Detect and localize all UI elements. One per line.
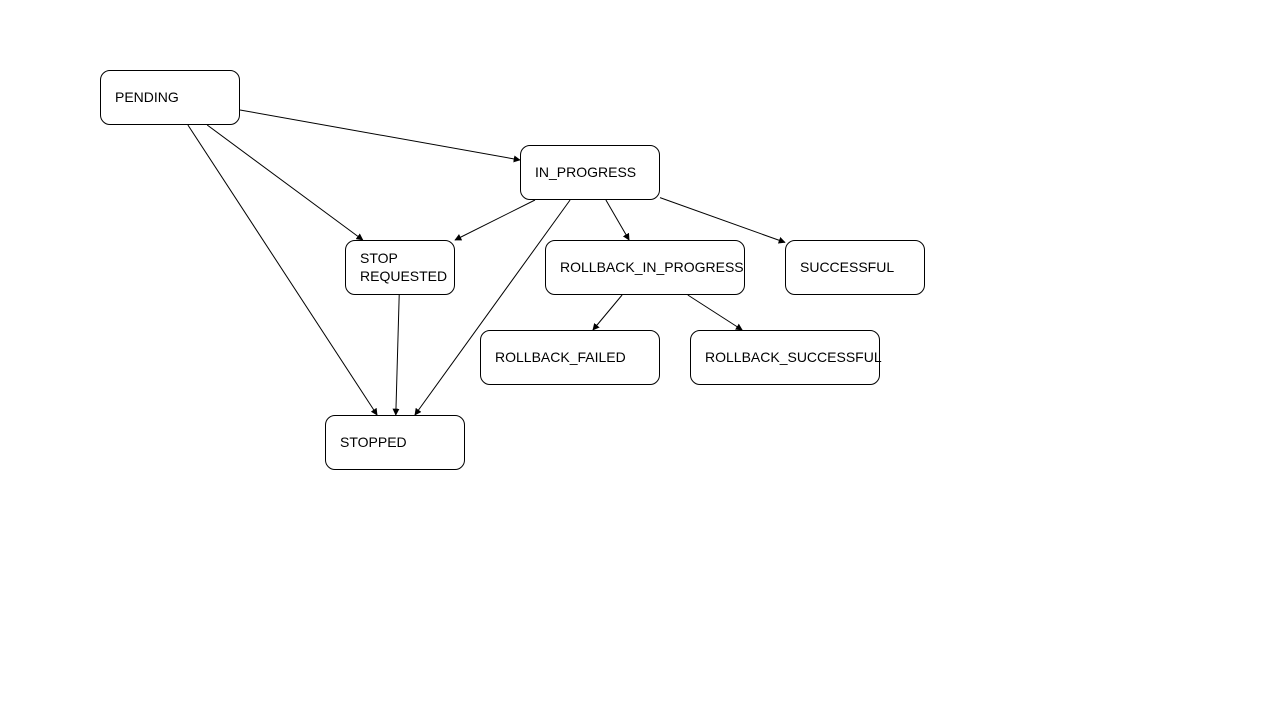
edge-stop_requested-to-stopped <box>396 295 399 415</box>
state-label: STOPPED <box>340 434 407 452</box>
state-label: ROLLBACK_SUCCESSFUL <box>705 349 882 367</box>
state-rollback-successful: ROLLBACK_SUCCESSFUL <box>690 330 880 385</box>
state-label: ROLLBACK_FAILED <box>495 349 626 367</box>
state-rollback-failed: ROLLBACK_FAILED <box>480 330 660 385</box>
state-label: PENDING <box>115 89 179 107</box>
state-rollback-in-progress: ROLLBACK_IN_PROGRESS <box>545 240 745 295</box>
edge-pending-to-stop_requested <box>207 125 363 240</box>
state-label: IN_PROGRESS <box>535 164 636 182</box>
state-stopped: STOPPED <box>325 415 465 470</box>
state-label: ROLLBACK_IN_PROGRESS <box>560 259 744 277</box>
diagram-canvas: PENDING IN_PROGRESS STOP REQUESTED ROLLB… <box>0 0 1280 720</box>
state-in-progress: IN_PROGRESS <box>520 145 660 200</box>
edge-rollback_in_progress-to-rollback_successful <box>688 295 742 330</box>
state-label: STOP REQUESTED <box>360 250 447 285</box>
edge-rollback_in_progress-to-rollback_failed <box>593 295 622 330</box>
state-label: SUCCESSFUL <box>800 259 894 277</box>
state-stop-requested: STOP REQUESTED <box>345 240 455 295</box>
edge-pending-to-in_progress <box>240 110 520 160</box>
edge-in_progress-to-successful <box>660 198 785 243</box>
edge-in_progress-to-stop_requested <box>455 200 535 240</box>
state-pending: PENDING <box>100 70 240 125</box>
state-successful: SUCCESSFUL <box>785 240 925 295</box>
edge-in_progress-to-rollback_in_progress <box>606 200 629 240</box>
